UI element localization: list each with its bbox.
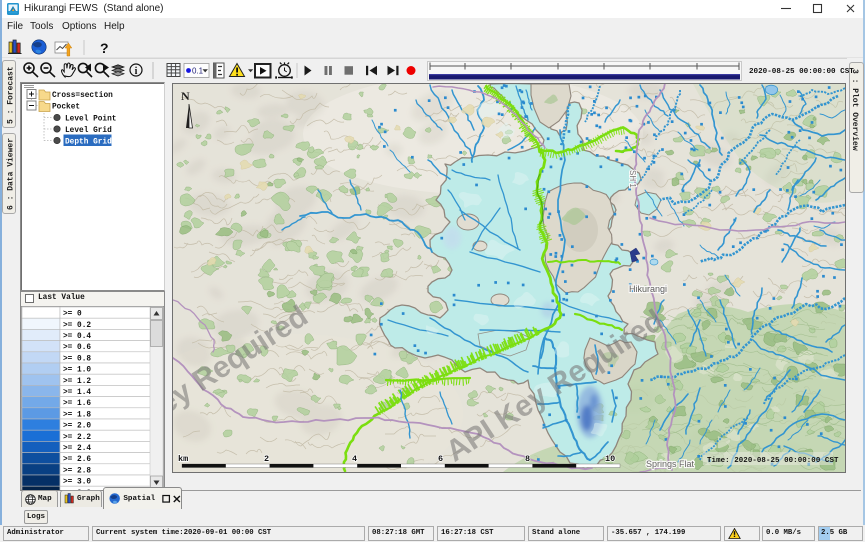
svg-text:6 : Data Viewer: 6 : Data Viewer — [7, 138, 16, 210]
svg-text:Cross=section: Cross=section — [52, 92, 113, 100]
svg-text:>= 2.2: >= 2.2 — [63, 434, 91, 442]
svg-text:6: 6 — [438, 454, 443, 464]
svg-text:i: i — [135, 66, 138, 77]
svg-text:>= 3.0: >= 3.0 — [63, 479, 91, 487]
svg-text:Time: 2020-08-25 00:00:00 CST: Time: 2020-08-25 00:00:00 CST — [707, 457, 839, 465]
svg-text:>= 0.4: >= 0.4 — [63, 333, 91, 341]
svg-text:Depth Grid: Depth Grid — [65, 139, 112, 147]
svg-text:km: km — [178, 454, 188, 464]
svg-text:Level Grid: Level Grid — [65, 127, 112, 135]
svg-text:>= 1.6: >= 1.6 — [63, 400, 91, 408]
svg-text:>= 2.4: >= 2.4 — [63, 445, 91, 453]
svg-text:3 : Plot Overview: 3 : Plot Overview — [850, 69, 859, 151]
svg-text:>= 0.8: >= 0.8 — [63, 355, 91, 363]
svg-text:>= 0: >= 0 — [63, 311, 82, 319]
svg-text:>= 2.6: >= 2.6 — [63, 456, 91, 464]
svg-text:?: ? — [100, 40, 109, 56]
svg-text:Level Point: Level Point — [65, 116, 116, 124]
svg-text:>= 1.0: >= 1.0 — [63, 367, 91, 375]
svg-text:>= 1.2: >= 1.2 — [63, 378, 91, 386]
svg-text:Pocket: Pocket — [52, 104, 80, 112]
svg-text:>= 2.0: >= 2.0 — [63, 423, 91, 431]
svg-text:>= 1.4: >= 1.4 — [63, 389, 91, 397]
svg-text:10: 10 — [605, 454, 615, 464]
svg-text:2: 2 — [264, 454, 269, 464]
svg-text:>= 0.2: >= 0.2 — [63, 322, 91, 330]
svg-text:5 : Forecast: 5 : Forecast — [7, 66, 16, 124]
svg-text:4: 4 — [352, 454, 357, 464]
svg-text:8: 8 — [525, 454, 530, 464]
svg-text:>= 1.8: >= 1.8 — [63, 411, 91, 419]
svg-text:>= 0.6: >= 0.6 — [63, 344, 91, 352]
svg-text:0.1: 0.1 — [192, 67, 204, 76]
svg-text:>= 2.8: >= 2.8 — [63, 467, 91, 475]
